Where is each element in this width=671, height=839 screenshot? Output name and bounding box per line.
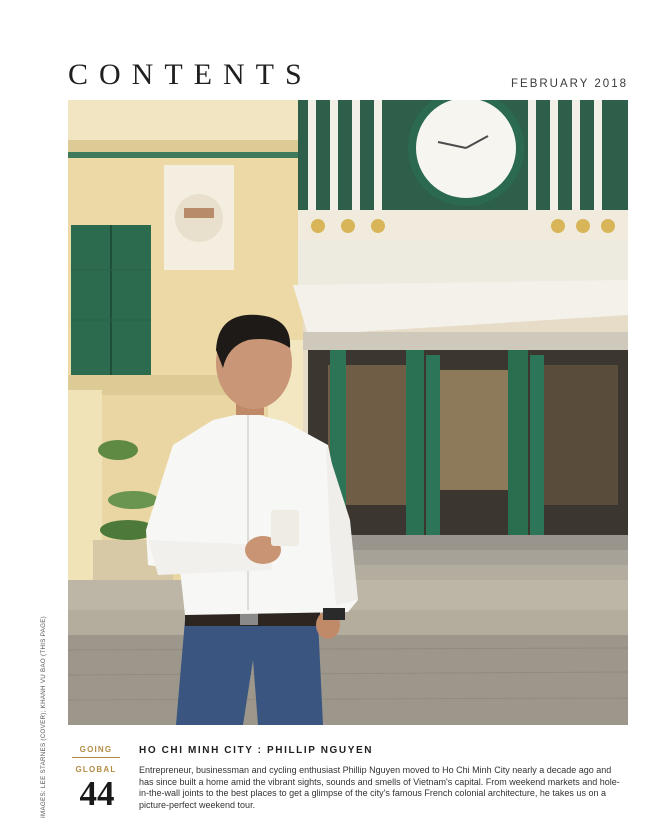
article-headline[interactable]: HO CHI MINH CITY : PHILLIP NGUYEN xyxy=(139,745,373,756)
feature-photo xyxy=(68,100,628,725)
article-summary: Entrepreneur, businessman and cycling en… xyxy=(139,765,620,810)
page-title: CONTENTS xyxy=(68,58,313,91)
issue-date: FEBRUARY 2018 xyxy=(511,78,628,90)
section-label-bottom: GLOBAL xyxy=(75,765,117,774)
photo-credit: IMAGES: LEE STARNES (COVER); KHANH VU BA… xyxy=(40,615,47,818)
page-number[interactable]: 44 xyxy=(68,774,126,814)
section-label-top: GOING xyxy=(72,745,120,758)
